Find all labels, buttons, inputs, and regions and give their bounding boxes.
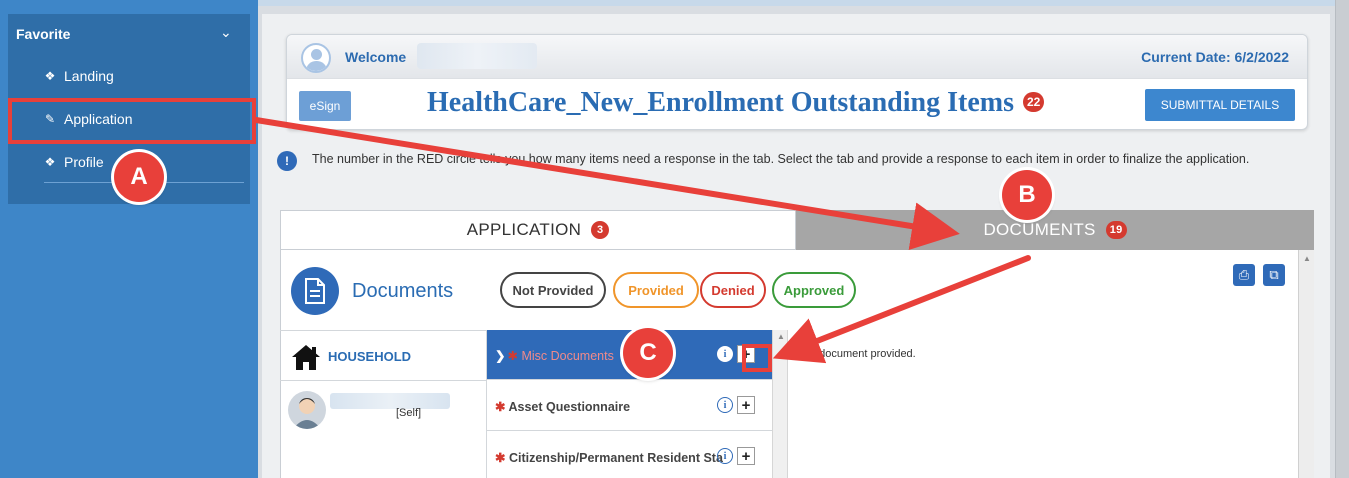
arrow-b-to-add	[772, 255, 1031, 364]
annotation-marker-b: B	[1002, 170, 1052, 220]
arrow-a-to-documents	[253, 117, 960, 250]
annotation-arrows	[253, 117, 1031, 364]
annotation-marker-a: A	[114, 152, 164, 202]
annotation-marker-c: C	[623, 328, 673, 378]
